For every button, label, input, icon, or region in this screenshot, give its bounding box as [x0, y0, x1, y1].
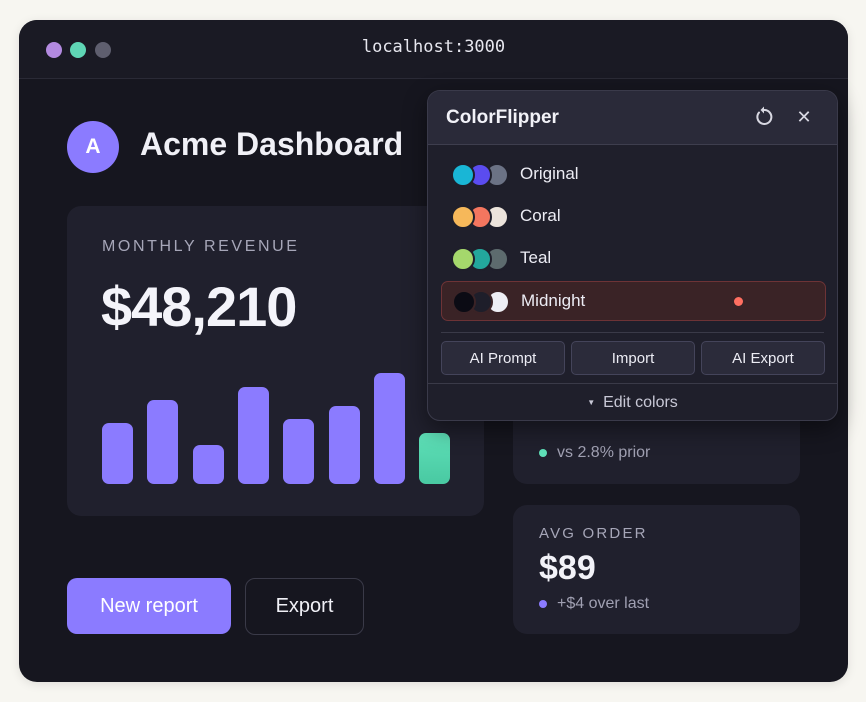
divider — [441, 332, 824, 333]
ai-export-button[interactable]: AI Export — [701, 341, 825, 375]
trend-dot-icon — [539, 449, 547, 457]
monthly-revenue-card: MONTHLY REVENUE $48,210 — [67, 206, 484, 516]
revenue-bar — [328, 406, 360, 484]
avg-order-comparison: +$4 over last — [539, 595, 649, 613]
avg-order-card: AVG ORDER $89 +$4 over last — [513, 505, 800, 634]
caret-down-icon: ▼ — [587, 398, 596, 407]
import-button[interactable]: Import — [571, 341, 695, 375]
edit-colors-toggle[interactable]: ▼ Edit colors — [428, 383, 837, 420]
swatch-group — [451, 247, 511, 271]
swatch-group — [451, 163, 511, 187]
avg-order-sub-text: +$4 over last — [557, 595, 650, 612]
conversion-comparison: vs 2.8% prior — [539, 444, 650, 462]
revenue-bar — [102, 423, 133, 484]
export-button[interactable]: Export — [245, 578, 364, 635]
avg-order-label: AVG ORDER — [539, 525, 648, 542]
swatch-group — [451, 205, 511, 229]
trend-dot-icon — [539, 600, 547, 608]
revenue-bar — [373, 373, 405, 484]
swatch-group — [452, 290, 512, 314]
theme-option-teal[interactable]: Teal — [441, 239, 824, 277]
color-flipper-title: ColorFlipper — [446, 107, 559, 128]
color-swatch — [452, 290, 476, 314]
color-swatch — [451, 247, 475, 271]
url-text: localhost:3000 — [361, 37, 506, 57]
revenue-bar — [192, 445, 224, 484]
theme-option-midnight[interactable]: Midnight — [441, 281, 826, 321]
close-icon[interactable]: ✕ — [794, 105, 814, 129]
theme-name: Midnight — [521, 291, 586, 310]
theme-option-coral[interactable]: Coral — [441, 197, 824, 235]
reset-icon[interactable] — [752, 105, 776, 129]
active-indicator-dot — [734, 297, 743, 306]
theme-name: Coral — [520, 206, 561, 225]
page-title: Acme Dashboard — [140, 126, 404, 162]
theme-name: Original — [520, 164, 579, 183]
new-report-button[interactable]: New report — [67, 578, 231, 634]
color-swatch — [451, 163, 475, 187]
theme-name: Teal — [520, 248, 552, 267]
revenue-bar — [283, 419, 315, 484]
revenue-bar — [419, 433, 451, 484]
color-swatch — [451, 205, 475, 229]
color-flipper-header: ColorFlipper ✕ — [428, 91, 837, 145]
conversion-sub-text: vs 2.8% prior — [557, 444, 651, 461]
avatar[interactable]: A — [67, 121, 119, 173]
revenue-bar — [237, 387, 269, 484]
avg-order-value: $89 — [539, 549, 596, 587]
theme-option-original[interactable]: Original — [441, 155, 824, 193]
edit-colors-label: Edit colors — [603, 393, 678, 411]
title-bar: localhost:3000 — [19, 20, 848, 79]
revenue-bar-chart — [67, 206, 484, 516]
revenue-bar — [147, 400, 179, 484]
color-flipper-panel: ColorFlipper ✕ Original Coral Teal Midnight… — [427, 90, 838, 421]
ai-prompt-button[interactable]: AI Prompt — [441, 341, 565, 375]
